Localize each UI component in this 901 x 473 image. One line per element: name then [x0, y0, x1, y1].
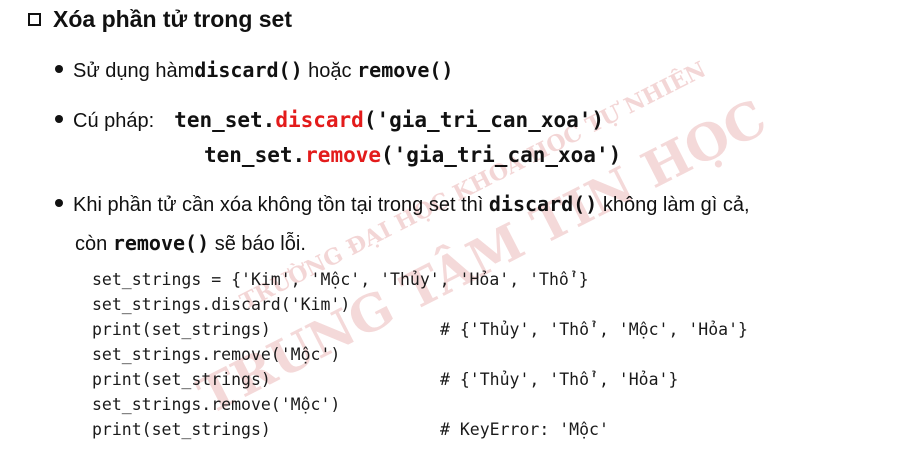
bullet1-mid: hoặc	[302, 60, 358, 82]
syntax-label: Cú pháp:	[73, 110, 155, 132]
bullet-note: Khi phần tử cần xóa không tồn tại trong …	[55, 192, 750, 217]
code-line-1: set_strings = {'Kim', 'Mộc', 'Thủy', 'Hỏ…	[92, 270, 589, 289]
syntax2-obj: ten_set.	[204, 143, 306, 167]
syntax-line-discard: ten_set.discard('gia_tri_can_xoa')	[174, 108, 604, 132]
syntax2-method: remove	[305, 143, 382, 167]
bullet-functions: Sử dụng hàm discard() hoặc remove()	[55, 58, 453, 83]
note-cont-suffix: sẽ báo lỗi.	[209, 233, 306, 255]
code-line-7: print(set_strings)	[92, 420, 271, 439]
checkbox-icon	[28, 13, 41, 26]
bullet-dot-icon	[55, 65, 63, 73]
code-line-5: print(set_strings)	[92, 370, 271, 389]
syntax-line-remove: ten_set.remove('gia_tri_can_xoa')	[204, 143, 621, 167]
syntax2-args: ('gia_tri_can_xoa')	[381, 143, 622, 167]
slide-title: Xóa phần tử trong set	[28, 6, 292, 33]
code-comment-7: # KeyError: 'Mộc'	[440, 420, 609, 439]
note-code-discard: discard()	[488, 192, 598, 216]
code-comment-5: # {'Thủy', 'Thổ', 'Hỏa'}	[440, 370, 679, 389]
code-line-3: print(set_strings)	[92, 320, 271, 339]
code-line-4: set_strings.remove('Mộc')	[92, 345, 341, 364]
note-cont-prefix: còn	[75, 233, 113, 255]
note-suffix: không làm gì cả,	[597, 194, 750, 216]
code-line-6: set_strings.remove('Mộc')	[92, 395, 341, 414]
note-cont-code: remove()	[112, 231, 210, 255]
syntax1-method: discard	[275, 108, 364, 132]
bullet-syntax: Cú pháp: ten_set.discard('gia_tri_can_xo…	[55, 108, 604, 133]
code-comment-3: # {'Thủy', 'Thổ', 'Mộc', 'Hỏa'}	[440, 320, 748, 339]
bullet1-code-discard: discard()	[194, 58, 303, 82]
bullet-dot-icon	[55, 115, 63, 123]
syntax1-args: ('gia_tri_can_xoa')	[363, 108, 605, 132]
note-prefix: Khi phần tử cần xóa không tồn tại trong …	[73, 194, 489, 216]
bullet1-prefix: Sử dụng hàm	[73, 60, 195, 82]
note-continuation: còn remove() sẽ báo lỗi.	[75, 231, 306, 256]
slide: Xóa phần tử trong set Sử dụng hàm discar…	[0, 0, 901, 473]
title-text: Xóa phần tử trong set	[53, 6, 292, 32]
bullet1-code-remove: remove()	[357, 58, 454, 82]
bullet-dot-icon	[55, 199, 63, 207]
code-line-2: set_strings.discard('Kim')	[92, 295, 351, 314]
syntax1-obj: ten_set.	[174, 108, 276, 132]
